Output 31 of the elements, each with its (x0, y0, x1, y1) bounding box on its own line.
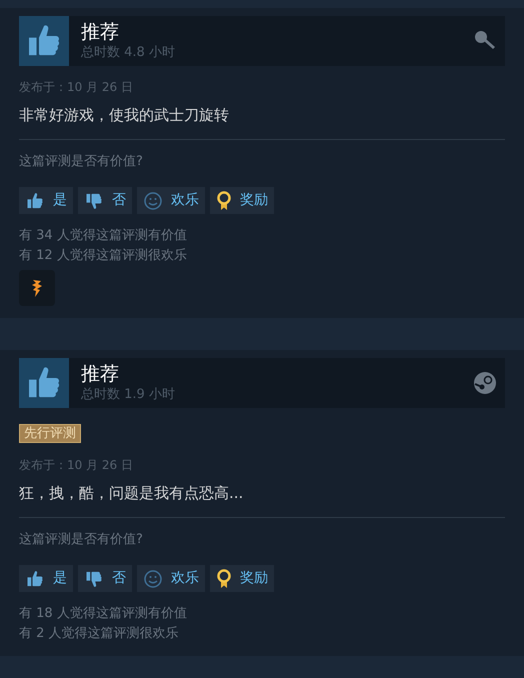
vote-count-text: 有 34 人觉得这篇评测有价值 (19, 227, 188, 245)
award-badge[interactable] (19, 270, 55, 306)
vote-button[interactable]: 否 (78, 565, 132, 592)
thumbs-up-icon (25, 190, 45, 210)
playtime-text: 总时数 4.8 小时 (81, 44, 176, 61)
helpful-question: 这篇评测是否有价值? (19, 530, 144, 548)
smiley-icon (143, 190, 163, 210)
thumbs-up-icon (25, 568, 45, 588)
vote-button[interactable]: 奖励 (210, 565, 274, 592)
vote-count-text: 有 2 人觉得这篇评测很欢乐 (19, 625, 180, 643)
early-access-tag: 先行评测 (19, 424, 81, 443)
ribbon-icon (216, 190, 232, 210)
vote-count-text: 有 18 人觉得这篇评测有价值 (19, 605, 188, 623)
vote-button[interactable]: 是 (19, 187, 73, 214)
playtime-text: 总时数 1.9 小时 (81, 386, 176, 403)
posted-date: 发布于：10 月 26 日 (19, 457, 134, 474)
steam-logo-icon (473, 371, 497, 395)
verdict-title: 推荐 (81, 363, 120, 387)
vote-button[interactable]: 是 (19, 565, 73, 592)
vote-button[interactable]: 欢乐 (137, 565, 205, 592)
review-text: 狂，拽，酷，问题是我有点恐高... (19, 482, 505, 518)
smiley-icon (143, 568, 163, 588)
vote-button[interactable]: 欢乐 (137, 187, 205, 214)
vote-button[interactable]: 奖励 (210, 187, 274, 214)
ribbon-icon (216, 568, 232, 588)
verdict-title: 推荐 (81, 21, 120, 45)
review-text: 非常好游戏，使我的武士刀旋转 (19, 104, 505, 140)
vote-button[interactable]: 否 (78, 187, 132, 214)
vote-count-text: 有 12 人觉得这篇评测很欢乐 (19, 247, 188, 265)
helpful-question: 这篇评测是否有价值? (19, 152, 144, 170)
posted-date: 发布于：10 月 26 日 (19, 79, 134, 96)
